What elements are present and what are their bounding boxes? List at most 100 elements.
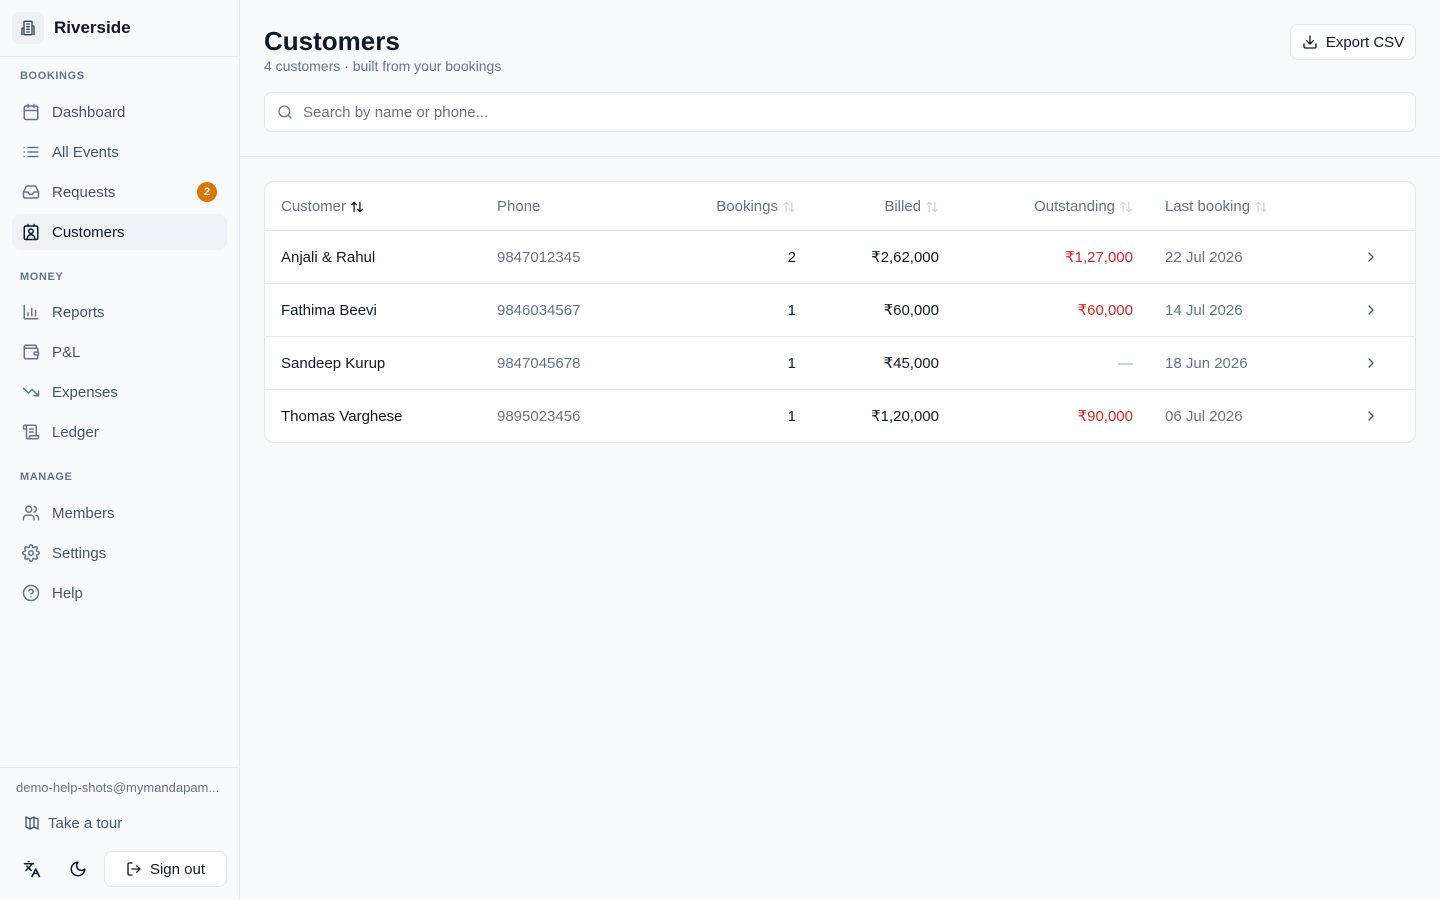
column-header-bookings[interactable]: Bookings bbox=[685, 182, 796, 231]
bookings-count: 1 bbox=[787, 354, 796, 372]
trending-down-icon bbox=[22, 383, 40, 401]
customer-phone: 9847012345 bbox=[497, 248, 581, 266]
sidebar-item-customers[interactable]: Customers bbox=[12, 214, 227, 250]
sidebar-item-help[interactable]: Help bbox=[12, 575, 227, 611]
column-label: Outstanding bbox=[1034, 198, 1115, 215]
customer-phone: 9846034567 bbox=[497, 301, 581, 319]
language-button[interactable] bbox=[14, 851, 50, 887]
sidebar-item-pnl[interactable]: P&L bbox=[12, 334, 227, 370]
sidebar: Riverside BOOKINGS Dashboard All Events … bbox=[0, 0, 240, 900]
table-row[interactable]: Anjali & Rahul 9847012345 2 ₹2,62,000 ₹1… bbox=[265, 231, 1415, 284]
sidebar-item-requests[interactable]: Requests 2 bbox=[12, 174, 227, 210]
outstanding-amount: ₹60,000 bbox=[1077, 302, 1133, 319]
take-tour-label: Take a tour bbox=[48, 814, 123, 832]
building-icon bbox=[12, 12, 44, 44]
table-row[interactable]: Sandeep Kurup 9847045678 1 ₹45,000 — 18 … bbox=[265, 337, 1415, 390]
bookings-count: 1 bbox=[787, 301, 796, 319]
column-label: Billed bbox=[884, 198, 921, 215]
billed-amount: ₹45,000 bbox=[883, 355, 939, 372]
list-icon bbox=[22, 143, 40, 161]
export-csv-label: Export CSV bbox=[1325, 33, 1405, 51]
take-tour-button[interactable]: Take a tour bbox=[16, 808, 122, 838]
sidebar-item-reports[interactable]: Reports bbox=[12, 294, 227, 330]
sidebar-item-all-events[interactable]: All Events bbox=[12, 134, 227, 170]
column-header-last-booking[interactable]: Last booking bbox=[1165, 182, 1268, 231]
inbox-icon bbox=[22, 183, 40, 201]
chevron-right-icon bbox=[1363, 390, 1379, 442]
sidebar-item-members[interactable]: Members bbox=[12, 495, 227, 531]
sidebar-item-label: Dashboard bbox=[52, 103, 126, 121]
column-label: Customer bbox=[281, 198, 347, 215]
sidebar-item-label: Help bbox=[52, 584, 83, 602]
search-input[interactable] bbox=[303, 103, 1403, 121]
column-header-billed[interactable]: Billed bbox=[825, 182, 939, 231]
customer-name: Fathima Beevi bbox=[281, 301, 377, 319]
customers-table: Customer Phone Bookings Billed Outstandi… bbox=[264, 181, 1416, 443]
billed-amount: ₹2,62,000 bbox=[871, 249, 939, 266]
outstanding-amount: ₹1,27,000 bbox=[1065, 249, 1133, 266]
page-subtitle: 4 customers · built from your bookings bbox=[264, 58, 502, 74]
sidebar-item-label: Members bbox=[52, 504, 115, 522]
export-csv-button[interactable]: Export CSV bbox=[1290, 24, 1416, 60]
sidebar-footer: demo-help-shots@mymandapam... Take a tou… bbox=[0, 767, 239, 900]
section-label-money: MONEY bbox=[20, 271, 64, 283]
bookings-count: 2 bbox=[787, 248, 796, 266]
moon-icon bbox=[69, 860, 87, 878]
theme-toggle-button[interactable] bbox=[60, 851, 96, 887]
sidebar-item-settings[interactable]: Settings bbox=[12, 535, 227, 571]
chevron-right-icon bbox=[1363, 337, 1379, 389]
download-icon bbox=[1302, 34, 1318, 50]
last-booking-date: 22 Jul 2026 bbox=[1165, 248, 1243, 266]
page-title: Customers bbox=[264, 26, 400, 56]
outstanding-amount: — bbox=[1118, 354, 1133, 372]
sort-icon bbox=[350, 200, 364, 214]
gear-icon bbox=[22, 544, 40, 562]
sort-icon bbox=[782, 200, 796, 214]
requests-count-badge: 2 bbox=[197, 182, 217, 202]
users-icon bbox=[22, 504, 40, 522]
sign-out-label: Sign out bbox=[149, 860, 206, 878]
section-label-bookings: BOOKINGS bbox=[20, 70, 85, 82]
chevron-right-icon bbox=[1363, 284, 1379, 336]
map-icon bbox=[24, 815, 40, 831]
bar-chart-icon bbox=[22, 303, 40, 321]
sort-icon bbox=[1119, 200, 1133, 214]
customer-name: Thomas Varghese bbox=[281, 407, 403, 425]
sidebar-item-label: Settings bbox=[52, 544, 107, 562]
sidebar-item-expenses[interactable]: Expenses bbox=[12, 374, 227, 410]
sign-out-button[interactable]: Sign out bbox=[104, 851, 227, 887]
customer-phone: 9847045678 bbox=[497, 354, 581, 372]
sidebar-item-label: All Events bbox=[52, 143, 119, 161]
table-row[interactable]: Fathima Beevi 9846034567 1 ₹60,000 ₹60,0… bbox=[265, 284, 1415, 337]
user-email: demo-help-shots@mymandapam... bbox=[16, 780, 220, 795]
sidebar-item-dashboard[interactable]: Dashboard bbox=[12, 94, 227, 130]
column-header-outstanding[interactable]: Outstanding bbox=[965, 182, 1133, 231]
translate-icon bbox=[23, 860, 41, 878]
table-row[interactable]: Thomas Varghese 9895023456 1 ₹1,20,000 ₹… bbox=[265, 390, 1415, 442]
column-header-phone: Phone bbox=[497, 182, 540, 231]
column-header-customer[interactable]: Customer bbox=[281, 182, 364, 231]
last-booking-date: 18 Jun 2026 bbox=[1165, 354, 1248, 372]
log-out-icon bbox=[126, 861, 142, 877]
brand[interactable]: Riverside bbox=[0, 0, 239, 57]
calendar-icon bbox=[22, 103, 40, 121]
sort-icon bbox=[1254, 200, 1268, 214]
main-content: Customers 4 customers · built from your … bbox=[240, 0, 1440, 900]
column-label: Last booking bbox=[1165, 198, 1251, 215]
page-header: Customers 4 customers · built from your … bbox=[240, 0, 1440, 157]
customer-name: Sandeep Kurup bbox=[281, 354, 386, 372]
customer-phone: 9895023456 bbox=[497, 407, 581, 425]
help-circle-icon bbox=[22, 584, 40, 602]
sidebar-item-label: Ledger bbox=[52, 423, 99, 441]
section-label-manage: MANAGE bbox=[20, 471, 73, 483]
sidebar-item-ledger[interactable]: Ledger bbox=[12, 414, 227, 450]
search-icon bbox=[277, 104, 293, 120]
last-booking-date: 14 Jul 2026 bbox=[1165, 301, 1243, 319]
sort-icon bbox=[925, 200, 939, 214]
bookings-count: 1 bbox=[787, 407, 796, 425]
sidebar-item-label: Reports bbox=[52, 303, 105, 321]
search-bar bbox=[264, 92, 1416, 132]
sidebar-item-label: P&L bbox=[52, 343, 81, 361]
billed-amount: ₹60,000 bbox=[883, 302, 939, 319]
column-label: Phone bbox=[497, 198, 541, 215]
